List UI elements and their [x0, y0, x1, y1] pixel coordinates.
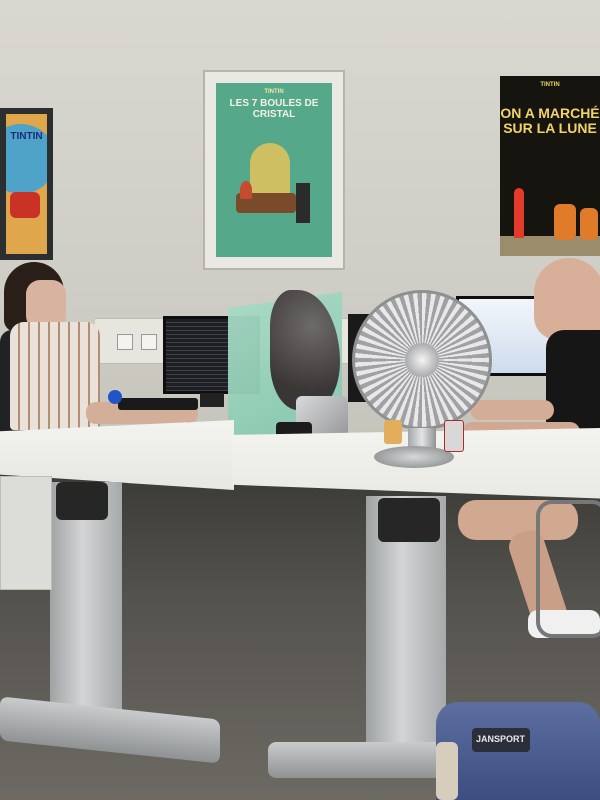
left-poster: TINTIN	[0, 108, 53, 260]
drawer-cabinet	[0, 476, 52, 590]
backpack: JANSPORT	[436, 702, 600, 800]
desk-foot-right	[268, 742, 448, 778]
power-socket	[141, 334, 157, 350]
power-socket	[117, 334, 133, 350]
desk-fan	[352, 290, 492, 430]
backpack-label: JANSPORT	[476, 734, 526, 744]
person-right-arm	[470, 400, 554, 420]
cable-clip	[378, 498, 440, 542]
center-poster: TINTIN LES 7 BOULES DE CRISTAL	[203, 70, 345, 270]
keyboard-left	[118, 398, 198, 410]
office-chair-right	[536, 500, 600, 638]
cable-clip	[56, 482, 108, 520]
right-poster-title: ON A MARCHÉ SUR LA LUNE	[500, 105, 600, 136]
right-poster: TINTIN ON A MARCHÉ SUR LA LUNE	[500, 76, 600, 256]
center-poster-series: TINTIN	[264, 89, 284, 95]
person-right-head	[534, 258, 600, 340]
drink-can	[384, 420, 402, 444]
drink-can	[444, 420, 464, 452]
mouse-blue	[108, 390, 122, 404]
right-poster-series: TINTIN	[540, 82, 560, 88]
fan-base	[374, 446, 454, 468]
monitor-left-stand	[200, 393, 224, 407]
left-poster-title: TINTIN	[10, 131, 43, 142]
center-poster-title: LES 7 BOULES DE CRISTAL	[229, 98, 319, 120]
